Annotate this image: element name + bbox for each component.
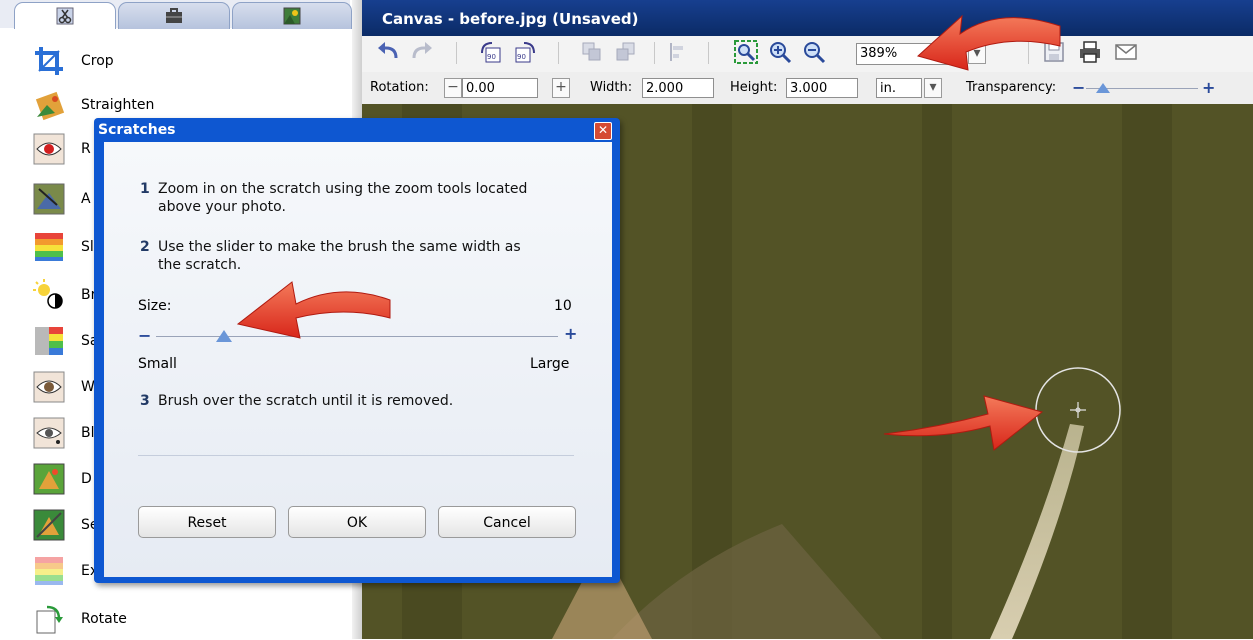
annotation-arrow-slider	[236, 281, 391, 339]
annotation-arrow-scratch	[883, 395, 1044, 451]
annotation-arrow-zoom	[916, 14, 1061, 71]
annotation-overlay	[236, 14, 1061, 451]
